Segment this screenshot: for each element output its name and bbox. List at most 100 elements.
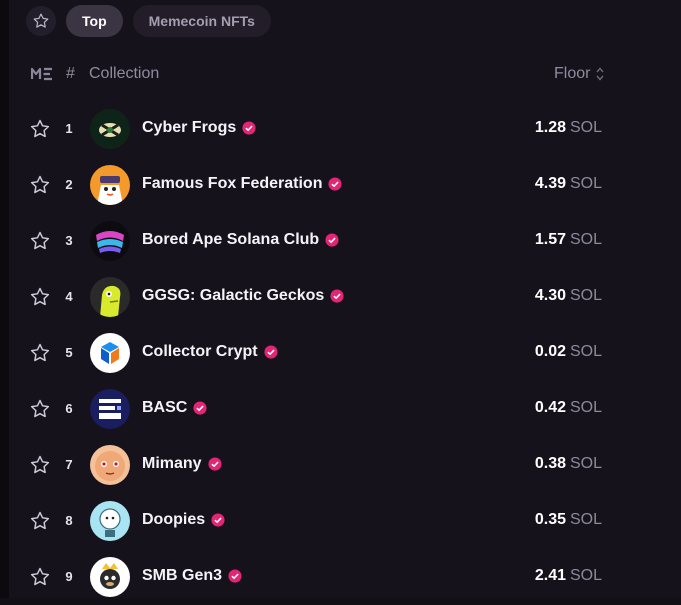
floor-value: 1.57: [534, 231, 566, 248]
collection-name-text: BASC: [142, 399, 188, 416]
floor-value: 0.42: [534, 399, 566, 416]
floor-value: 0.35: [534, 511, 566, 528]
star-icon: [33, 13, 49, 28]
floor-value: 1.28: [534, 119, 566, 136]
collection-avatar: [90, 557, 130, 597]
collection-name-text: SMB Gen3: [142, 567, 223, 584]
floor-unit: SOL: [569, 231, 602, 248]
table-row[interactable]: 3 Bored Ape Solana Club 1.57 SOL: [0, 213, 681, 269]
collection-avatar: [90, 277, 130, 317]
floor-price: 1.28 SOL: [535, 119, 602, 137]
floor-value: 4.39: [534, 175, 566, 192]
table-row[interactable]: 8 Doopies 0.35 SOL: [0, 493, 681, 549]
table-row[interactable]: 4 GGSG: Galactic Geckos 4.30 SOL: [0, 269, 681, 325]
collection-avatar: [90, 445, 130, 485]
tab-top[interactable]: Top: [66, 5, 123, 37]
floor-column-header[interactable]: Floor: [554, 65, 604, 83]
floor-value: 4.30: [534, 287, 566, 304]
floor-price: 0.38 SOL: [535, 455, 602, 473]
collection-name[interactable]: Famous Fox Federation: [142, 175, 343, 193]
table-row[interactable]: 7 Mimany 0.38 SOL: [0, 437, 681, 493]
collection-name-text: Doopies: [142, 511, 206, 528]
collection-name[interactable]: BASC: [142, 399, 207, 417]
collection-name-text: Cyber Frogs: [142, 119, 237, 136]
star-icon[interactable]: [29, 454, 51, 476]
verified-badge-icon: [228, 569, 242, 583]
floor-value: 0.38: [534, 455, 566, 472]
floor-price: 0.42 SOL: [535, 399, 602, 417]
collection-name[interactable]: Doopies: [142, 511, 225, 529]
collection-column-header: Collection: [89, 65, 160, 82]
floor-value: 2.41: [534, 567, 566, 584]
floor-unit: SOL: [569, 511, 602, 528]
favorites-button[interactable]: [26, 6, 56, 36]
rank-number: 6: [65, 401, 73, 416]
collection-avatar: [90, 109, 130, 149]
collection-avatar: [90, 333, 130, 373]
floor-price: 2.41 SOL: [535, 567, 602, 585]
verified-badge-icon: [325, 233, 339, 247]
collection-avatar: [90, 165, 130, 205]
floor-header-label: Floor: [554, 65, 591, 82]
tab-bar: Top Memecoin NFTs: [26, 5, 271, 37]
floor-unit: SOL: [569, 119, 602, 136]
table-row[interactable]: 9 SMB Gen3 2.41 SOL: [0, 549, 681, 605]
floor-price: 1.57 SOL: [535, 231, 602, 249]
collection-name-text: GGSG: Galactic Geckos: [142, 287, 325, 304]
floor-unit: SOL: [569, 287, 602, 304]
collection-name-text: Mimany: [142, 455, 202, 472]
collections-table: 1 Cyber Frogs 1.28 SOL 2 Famous Fox Feder…: [0, 101, 681, 605]
collection-name[interactable]: Collector Crypt: [142, 343, 278, 361]
verified-badge-icon: [242, 121, 256, 135]
table-row[interactable]: 6 BASC 0.42 SOL: [0, 381, 681, 437]
tab-memecoin-nfts[interactable]: Memecoin NFTs: [132, 5, 271, 37]
rank-column-header: #: [66, 65, 75, 82]
rank-number: 4: [65, 289, 73, 304]
collection-name-text: Collector Crypt: [142, 343, 258, 360]
rank-number: 2: [65, 177, 73, 192]
table-row[interactable]: 1 Cyber Frogs 1.28 SOL: [0, 101, 681, 157]
floor-unit: SOL: [569, 567, 602, 584]
star-icon[interactable]: [29, 566, 51, 588]
floor-price: 4.39 SOL: [535, 175, 602, 193]
collection-avatar: [90, 501, 130, 541]
floor-unit: SOL: [569, 343, 602, 360]
table-row[interactable]: 5 Collector Crypt 0.02 SOL: [0, 325, 681, 381]
floor-unit: SOL: [569, 175, 602, 192]
collection-name[interactable]: GGSG: Galactic Geckos: [142, 287, 344, 305]
collection-name[interactable]: SMB Gen3: [142, 567, 242, 585]
verified-badge-icon: [264, 345, 278, 359]
table-row[interactable]: 2 Famous Fox Federation 4.39 SOL: [0, 157, 681, 213]
collection-name-text: Famous Fox Federation: [142, 175, 323, 192]
rank-number: 8: [65, 513, 73, 528]
star-icon[interactable]: [29, 286, 51, 308]
magic-eden-logo: [31, 67, 52, 81]
star-icon[interactable]: [29, 398, 51, 420]
collection-name[interactable]: Cyber Frogs: [142, 119, 256, 137]
rank-number: 9: [65, 569, 73, 584]
verified-badge-icon: [330, 289, 344, 303]
star-icon[interactable]: [29, 342, 51, 364]
rank-number: 5: [65, 345, 73, 360]
collection-name[interactable]: Mimany: [142, 455, 222, 473]
collection-name[interactable]: Bored Ape Solana Club: [142, 231, 339, 249]
verified-badge-icon: [208, 457, 222, 471]
star-icon[interactable]: [29, 118, 51, 140]
sort-icon: [596, 67, 604, 81]
verified-badge-icon: [328, 177, 343, 191]
collection-avatar: [90, 389, 130, 429]
star-icon[interactable]: [29, 230, 51, 252]
floor-price: 0.02 SOL: [535, 343, 602, 361]
floor-price: 4.30 SOL: [535, 287, 602, 305]
star-icon[interactable]: [29, 510, 51, 532]
verified-badge-icon: [193, 401, 207, 415]
collection-name-text: Bored Ape Solana Club: [142, 231, 320, 248]
star-icon[interactable]: [29, 174, 51, 196]
floor-price: 0.35 SOL: [535, 511, 602, 529]
rank-number: 1: [65, 121, 73, 136]
verified-badge-icon: [211, 513, 225, 527]
rank-number: 7: [65, 457, 73, 472]
floor-value: 0.02: [534, 343, 566, 360]
collection-avatar: [90, 221, 130, 261]
floor-unit: SOL: [569, 399, 602, 416]
